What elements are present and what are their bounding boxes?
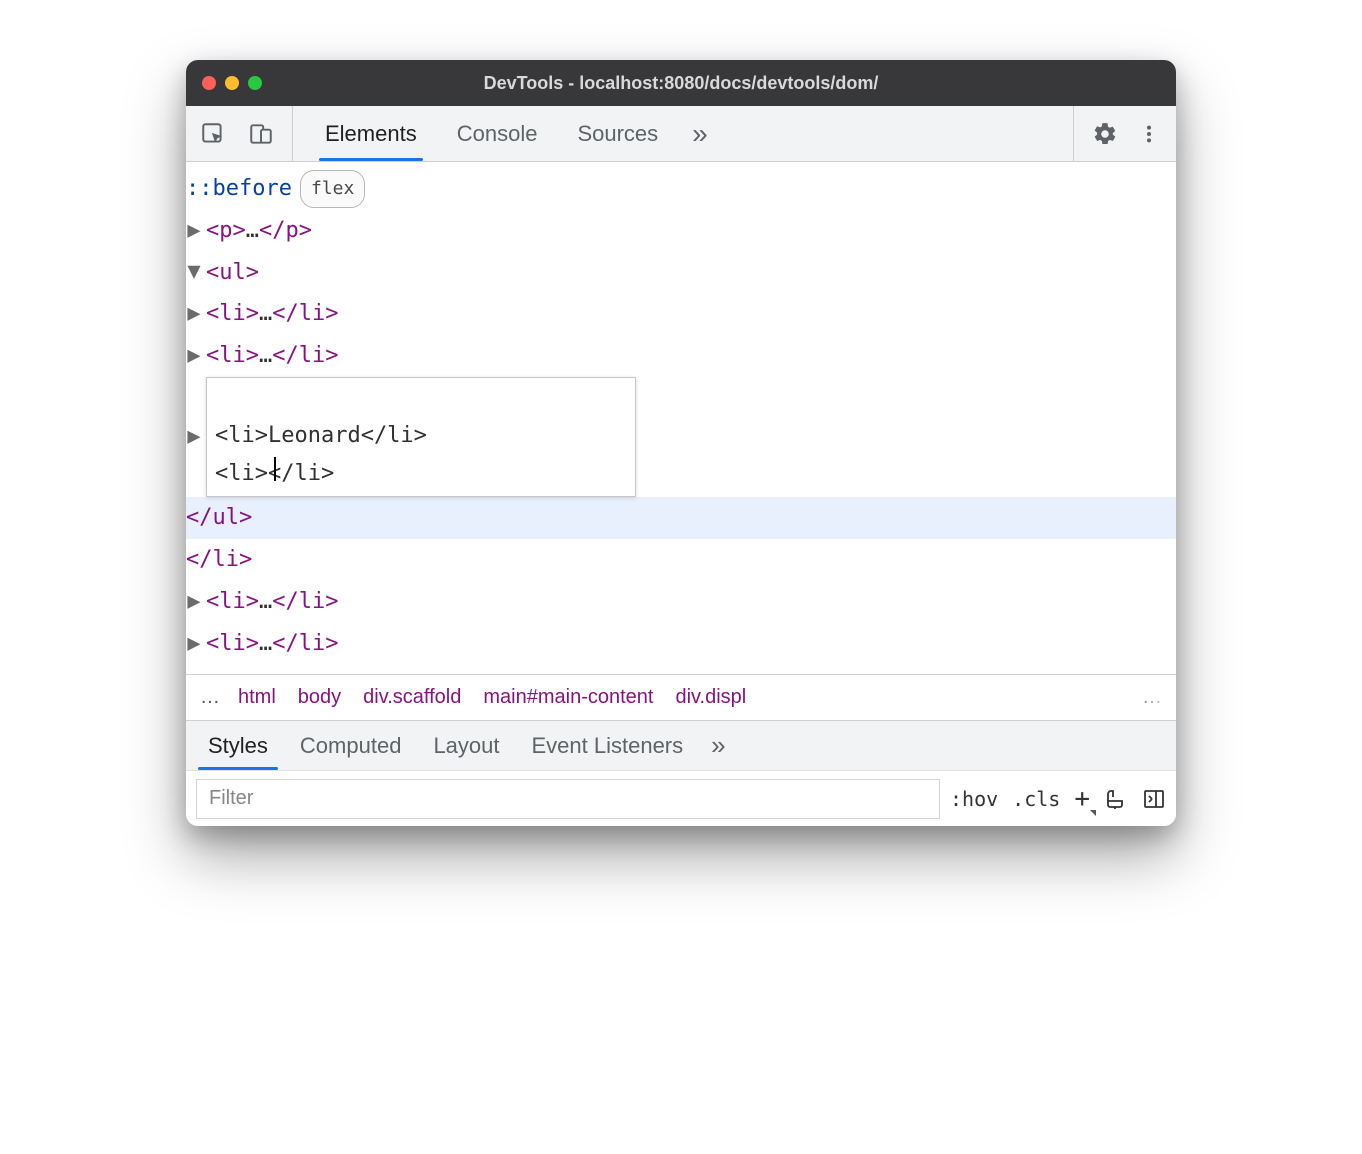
html-edit-box[interactable]: <li>Leonard</li> <li></li> [206,377,636,497]
window-title: DevTools - localhost:8080/docs/devtools/… [186,73,1176,94]
dom-node-p[interactable]: ▶<p>…</p> [186,210,1176,252]
close-window-button[interactable] [202,76,216,90]
device-toolbar-icon[interactable] [244,117,278,151]
edit-line-1: <li>Leonard</li> [215,423,427,448]
dom-breadcrumb: … html body div.scaffold main#main-conte… [186,674,1176,720]
cls-toggle-button[interactable]: .cls [1012,787,1060,811]
dom-node-li-4[interactable]: ▶<li>…</li> [186,623,1176,665]
styles-tabs: Styles Computed Layout Event Listeners » [186,720,1176,770]
filter-buttons: :hov .cls + [950,784,1166,814]
toggle-sidebar-icon[interactable] [1142,787,1166,811]
tab-styles[interactable]: Styles [192,721,284,770]
tab-elements[interactable]: Elements [309,106,433,161]
breadcrumb-div-displ[interactable]: div.displ [665,686,758,709]
dom-node-li-close[interactable]: </li> [186,539,1176,581]
dom-node-ul-close[interactable]: </ul> [186,497,1176,539]
paint-brush-icon[interactable] [1104,787,1128,811]
styles-filter-row: :hov .cls + [186,770,1176,826]
devtools-window: DevTools - localhost:8080/docs/devtools/… [186,60,1176,826]
expand-arrow-icon[interactable]: ▶ [186,335,202,377]
kebab-menu-icon[interactable] [1132,117,1166,151]
pseudo-before-row[interactable]: ::beforeflex [186,168,1176,210]
pseudo-before-text: ::before [186,168,292,210]
tag-ul-open: <ul> [206,252,259,294]
tab-layout[interactable]: Layout [417,721,515,770]
minimize-window-button[interactable] [225,76,239,90]
collapse-arrow-icon[interactable]: ▼ [186,251,202,293]
expand-arrow-icon[interactable]: ▶ [186,623,202,665]
dom-edit-row: ▶ <li>Leonard</li> <li></li> [186,377,1176,497]
settings-icon[interactable] [1088,117,1122,151]
breadcrumb-main[interactable]: main#main-content [473,686,665,709]
inspect-element-icon[interactable] [196,117,230,151]
tag-p-close: </p> [259,210,312,252]
breadcrumb-leading-ellipsis[interactable]: … [192,686,228,709]
expand-arrow-icon[interactable]: ▶ [186,293,202,335]
window-controls [202,76,262,90]
dom-node-li-1[interactable]: ▶<li>…</li> [186,293,1176,335]
breadcrumb-html[interactable]: html [228,686,288,709]
dom-node-ul-open[interactable]: ▼<ul> [186,252,1176,294]
tab-sources[interactable]: Sources [561,106,674,161]
dom-node-li-2[interactable]: ▶<li>…</li> [186,335,1176,377]
breadcrumb-trailing-ellipsis[interactable]: … [1134,686,1170,709]
hov-toggle-button[interactable]: :hov [950,787,998,811]
tag-li-close: </li> [186,539,252,581]
tab-event-listeners[interactable]: Event Listeners [516,721,700,770]
maximize-window-button[interactable] [248,76,262,90]
tab-console[interactable]: Console [441,106,554,161]
expand-arrow-icon[interactable]: ▶ [186,581,202,623]
new-style-rule-icon[interactable]: + [1074,784,1090,814]
toolbar-right [1073,106,1166,161]
edit-line-2: <li></li> [215,455,334,492]
main-tabs: Elements Console Sources [309,106,674,161]
titlebar: DevTools - localhost:8080/docs/devtools/… [186,60,1176,106]
toolbar-left [196,106,293,161]
more-styles-tabs-button[interactable]: » [699,730,737,761]
tag-ul-close: </ul> [186,497,252,539]
expand-arrow-icon[interactable]: ▶ [186,210,202,252]
flex-badge[interactable]: flex [300,170,365,208]
styles-filter-input[interactable] [196,779,940,819]
breadcrumb-body[interactable]: body [288,686,353,709]
main-toolbar: Elements Console Sources » [186,106,1176,162]
tag-p-open: <p> [206,210,246,252]
dom-tree-pane: ::beforeflex ▶<p>…</p> ▼<ul> ▶<li>…</li>… [186,162,1176,674]
breadcrumb-div-scaffold[interactable]: div.scaffold [353,686,473,709]
expand-arrow-icon[interactable]: ▶ [186,416,202,458]
dom-node-li-3[interactable]: ▶<li>…</li> [186,581,1176,623]
more-tabs-button[interactable]: » [680,118,720,150]
tab-computed[interactable]: Computed [284,721,418,770]
